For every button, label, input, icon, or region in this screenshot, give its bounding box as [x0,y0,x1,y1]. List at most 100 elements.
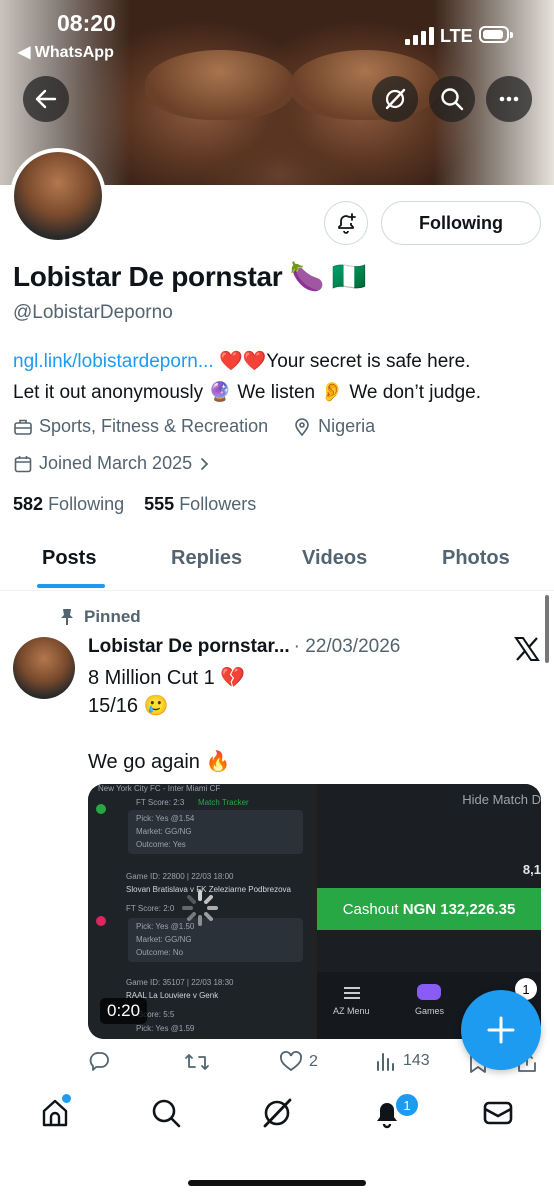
heart-icon [280,1051,302,1072]
tab-posts[interactable]: Posts [42,547,96,570]
profile-location: Nigeria [318,416,376,436]
like-button[interactable]: 2 [279,1050,318,1074]
profile-tabs: Posts Replies Videos Photos [0,530,554,591]
post-text: 8 Million Cut 1 💔 15/16 🥲 We go again 🔥 [88,664,245,776]
hide-match-label: Hide Match D [462,792,541,807]
more-button[interactable] [486,76,532,122]
reply-button[interactable] [88,1050,118,1074]
pin-icon [61,609,73,625]
bio-link[interactable]: ngl.link/lobistardeporn... [13,351,214,372]
tab-replies[interactable]: Replies [171,547,242,570]
nav-messages[interactable] [481,1096,515,1130]
video-duration: 0:20 [100,998,148,1024]
home-indicator[interactable] [188,1180,366,1186]
bet-score: FT Score: 5:5 [126,1010,175,1019]
bet-pick: Pick: Yes @1.59 [136,1024,195,1033]
following-label: Following [48,494,125,514]
bet-pick: Pick: Yes @1.54 [136,814,195,823]
cashout-label: Cashout [342,900,399,918]
bet-game-id: Game ID: 35107 | 22/03 18:30 [126,978,234,987]
home-unread-dot [62,1094,71,1103]
profile-handle: @LobistarDeporno [13,302,173,323]
tab-photos[interactable]: Photos [442,547,510,570]
profile-joined-row[interactable]: Joined March 2025 [13,453,212,474]
calendar-icon [14,455,32,472]
profile-name: Lobistar De pornstar 🍆 🇳🇬 [13,261,367,292]
location-pin-icon [295,417,309,436]
reply-icon [89,1052,109,1071]
network-type: LTE [440,26,473,46]
plus-icon [487,1016,515,1044]
pinned-label: Pinned [60,607,141,627]
followers-count: 555 [144,494,175,514]
arrow-left-icon [35,89,57,109]
following-count: 582 [13,494,44,514]
following-button[interactable]: Following [381,201,541,245]
scrollbar[interactable] [545,595,549,663]
tab-videos[interactable]: Videos [302,547,367,570]
nav-home[interactable] [38,1094,72,1130]
nav-notifications[interactable]: 1 [370,1092,420,1130]
grok-icon [263,1098,292,1128]
profile-category: Sports, Fitness & Recreation [39,416,269,436]
back-to-app-link[interactable]: ◀ WhatsApp [18,42,114,62]
views-icon [377,1053,394,1071]
more-icon [499,96,519,102]
loading-spinner-icon [182,890,218,926]
search-button[interactable] [429,76,475,122]
post-text-line: 15/16 🥲 [88,695,169,717]
post-author-name[interactable]: Lobistar De pornstar... [88,636,290,658]
post-text-line: 8 Million Cut 1 💔 [88,667,246,689]
following-link[interactable]: 582 Following [13,494,124,514]
bet-pick: Pick: Yes @1.50 [136,922,195,931]
x-logo-icon [514,637,540,661]
cashout-amount: NGN 132,226.35 [402,900,516,918]
bio-text: ❤️❤️Your secret is safe here. [213,351,471,372]
status-bar: 08:20 ◀ WhatsApp LTE [0,0,554,70]
bet-game-title: RAAL La Louviere v Genk [126,991,219,1000]
nav-search[interactable] [149,1096,183,1130]
search-icon [152,1099,181,1128]
post-header: Lobistar De pornstar... · 22/03/2026 [88,636,400,658]
grok-icon [385,88,406,110]
profile-avatar[interactable] [10,148,106,244]
win-status-icon [96,804,106,814]
post-author-avatar[interactable] [13,637,75,699]
bet-market: Market: GG/NG [136,827,192,836]
repost-button[interactable] [184,1050,216,1074]
bet-outcome: Outcome: Yes [136,840,186,849]
loss-status-icon [96,916,106,926]
games-icon [417,984,441,1000]
search-icon [441,88,464,111]
notifications-toggle-button[interactable] [324,201,368,245]
bell-plus-icon [338,213,356,234]
bet-game-id: Game ID: 22800 | 22/03 18:00 [126,872,234,881]
bottom-navigation: 1 [0,1080,554,1150]
followers-link[interactable]: 555 Followers [144,494,256,514]
back-button[interactable] [23,76,69,122]
battery-icon [479,26,513,43]
status-time: 08:20 [57,10,116,36]
repost-icon [185,1054,209,1070]
followers-label: Followers [179,494,257,514]
nav-grok[interactable] [260,1096,294,1130]
signal-icon [405,27,434,45]
briefcase-icon [14,419,32,435]
active-tab-indicator [37,584,105,588]
partial-amount: 8,1 [522,862,541,877]
mail-icon [483,1101,513,1125]
bet-market: Market: GG/NG [136,935,192,944]
compose-button[interactable] [461,990,541,1070]
like-count: 2 [309,1053,318,1070]
bet-outcome: Outcome: No [136,948,184,957]
chevron-right-icon [201,457,209,470]
view-count: 143 [403,1052,430,1069]
bet-title: New York City FC - Inter Miami CF [98,784,221,793]
profile-meta-row: Sports, Fitness & Recreation Nigeria [13,416,375,437]
views-button[interactable]: 143 [375,1050,430,1072]
notification-badge: 1 [394,1092,420,1118]
grok-button[interactable] [372,76,418,122]
bet-score: FT Score: 2:0 [126,904,175,913]
post-text-line: We go again 🔥 [88,751,231,773]
post-date[interactable]: · 22/03/2026 [294,636,401,658]
